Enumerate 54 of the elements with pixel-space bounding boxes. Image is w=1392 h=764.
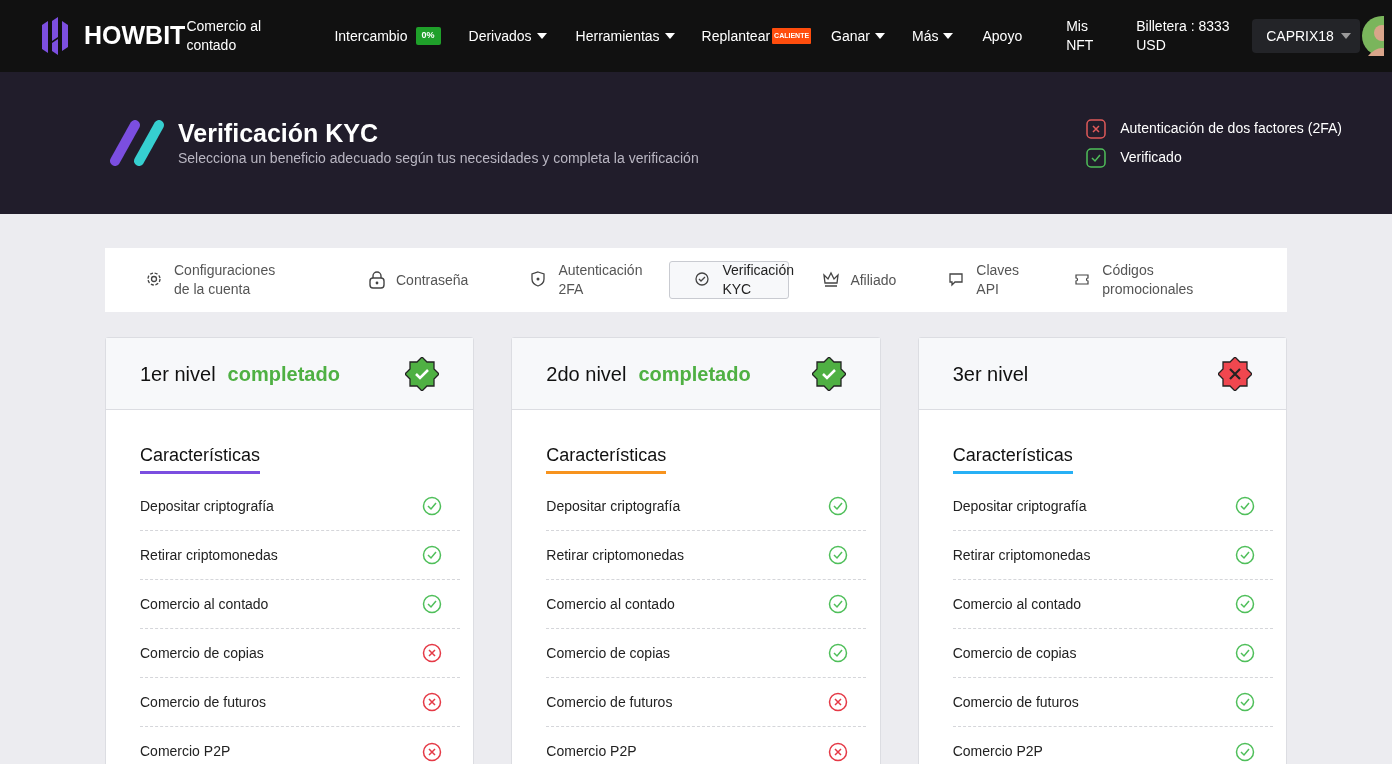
feature-label: Comercio de copias (546, 643, 671, 663)
crown-icon (822, 271, 841, 289)
nav-link[interactable]: Mis NFT (1066, 17, 1097, 55)
brand-subtitle: Comercio al contado (186, 17, 263, 55)
features-heading: Características (952, 442, 1073, 474)
nav-link[interactable]: Apoyo (982, 25, 1023, 47)
level-title: 1er nivel (140, 361, 216, 387)
tab[interactable]: Autenticación 2FA (529, 260, 650, 300)
nav-link[interactable]: Intercambio 0% (334, 25, 441, 47)
feature-label: Comercio de futuros (952, 692, 1079, 712)
features-heading: Características (546, 442, 667, 474)
feature-label: Comercio P2P (140, 742, 231, 761)
feature-label: Comercio de futuros (546, 692, 673, 712)
nav-link[interactable]: Más (912, 25, 955, 47)
feature-label: Comercio de copias (952, 643, 1077, 663)
level-title: 2do nivel (546, 361, 627, 387)
tab[interactable]: Códigos promocionales (1073, 260, 1194, 300)
feature-label: Depositar criptografía (546, 496, 681, 516)
feature-label: Depositar criptografía (952, 496, 1087, 516)
level-title: 3er nivel (952, 361, 1029, 387)
feature-label: Retirar criptomonedas (546, 545, 685, 565)
feature-label: Comercio al contado (952, 594, 1082, 614)
feature-label: Retirar criptomonedas (140, 545, 278, 565)
feature-label: Comercio de copias (140, 643, 264, 663)
status-label: Verificado (1120, 148, 1182, 167)
feature-label: Depositar criptografía (140, 496, 274, 516)
feature-label: Comercio P2P (952, 742, 1043, 761)
tab[interactable]: Afiliado (821, 269, 898, 291)
page-subtitle: Selecciona un beneficio adecuado según tus necesidades y completa la verificación (178, 148, 699, 168)
avatar[interactable] (1361, 16, 1384, 56)
lock-icon (368, 271, 386, 289)
caret-icon (1339, 31, 1352, 41)
tab[interactable]: Claves API (947, 260, 1018, 300)
gear-icon (146, 271, 164, 289)
page-title: Verificación KYC (178, 117, 380, 148)
feature-label: Comercio P2P (546, 742, 637, 761)
nav-link[interactable]: Ganar (831, 25, 887, 47)
user-menu[interactable]: CAPRIX18 (1252, 19, 1360, 53)
feature-label: Comercio al contado (546, 594, 675, 614)
brand-name[interactable]: HOWBIT (84, 17, 186, 55)
tab[interactable]: Contraseña (367, 269, 470, 291)
feature-label: Retirar criptomonedas (952, 545, 1091, 565)
level-status: completado (638, 361, 751, 387)
wallet-balance: Billetera : 8333 USD (1136, 17, 1231, 55)
status-label: Autenticación de dos factores (2FA) (1120, 119, 1342, 138)
logo-icon (40, 17, 70, 55)
badge: 0% (415, 27, 441, 45)
feature-label: Comercio de futuros (140, 692, 267, 712)
level-status: completado (227, 361, 340, 387)
nav-link[interactable]: Derivados (468, 25, 548, 47)
feature-label: Comercio al contado (140, 594, 269, 614)
tab[interactable]: Configuraciones de la cuenta (145, 260, 285, 300)
features-heading: Características (140, 442, 261, 474)
nav-link[interactable]: Herramientas (575, 25, 676, 47)
